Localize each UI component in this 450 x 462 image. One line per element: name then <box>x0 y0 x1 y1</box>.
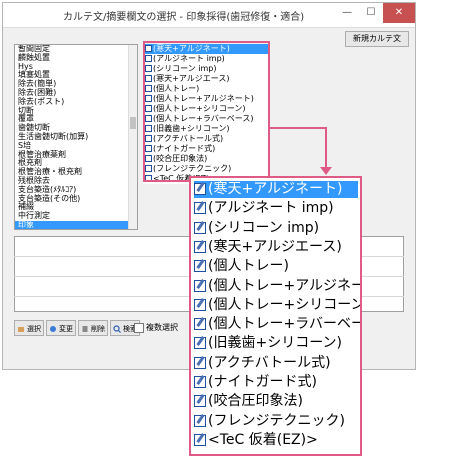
category-scrollbar[interactable] <box>128 45 137 229</box>
zoom-list-item: (ナイトガード式) <box>194 374 317 391</box>
callout-arrow-head <box>320 167 332 175</box>
edit-note-icon <box>194 337 206 350</box>
callout-arrow-line <box>325 127 327 167</box>
zoom-list-item-label: (ナイトガード式) <box>208 374 317 390</box>
zoom-list-item-label: (寒天+アルジエース) <box>208 238 342 255</box>
edit-note-icon <box>194 221 206 234</box>
zoom-list-item: (アルジネート imp) <box>194 200 334 217</box>
search-icon <box>113 325 121 333</box>
edit-note-icon <box>194 376 206 388</box>
zoom-list-item-label: (咬合圧印象法) <box>208 393 303 410</box>
zoom-list-item: (寒天+アルジネート) <box>194 181 358 198</box>
close-button[interactable]: ✕ <box>383 3 415 23</box>
window-title: カルテ文/摘要欄文の選択 - 印象採得(歯冠修復・適合) <box>63 12 305 23</box>
zoom-list-item: (旧義歯+シリコーン) <box>194 335 342 352</box>
zoom-list-item-label: (アクチバトール式) <box>208 354 331 371</box>
category-item[interactable]: 生活歯髄切断(加算) <box>15 132 137 142</box>
trash-icon <box>82 326 88 332</box>
change-label: 変更 <box>59 325 73 333</box>
zoom-list-item: (個人トレー+アルジネート) <box>194 277 360 295</box>
zoom-list-item-label: (寒天+アルジネート) <box>208 181 343 197</box>
edit-note-icon <box>194 433 206 446</box>
zoom-list-item-label: (旧義歯+シリコーン) <box>208 335 342 352</box>
edit-note-icon <box>194 395 206 408</box>
edit-note-icon <box>194 414 206 427</box>
category-list[interactable]: 暫間固定 麟蝕処置 Hys 填塞処置 除去(簡単) 除去(困難) 除去(ポスト) 切断 覆罩 歯髄… <box>14 44 138 230</box>
delete-button[interactable]: 削除 <box>78 320 108 336</box>
select-button[interactable]: 選択 <box>14 320 44 336</box>
change-button[interactable]: 変更 <box>46 320 76 336</box>
zoom-list-item: (フレンジテクニック) <box>194 413 345 430</box>
zoom-list-item-label: (アルジネート imp) <box>208 200 334 217</box>
minimize-button[interactable]: — <box>335 3 359 23</box>
category-item[interactable]: 印象 <box>15 220 137 229</box>
edit-note-icon <box>194 202 206 215</box>
edit-note-icon <box>194 298 206 311</box>
zoom-list-item: (個人トレー+シリコーン) <box>194 296 362 314</box>
zoom-list-item-label: (個人トレー+ラバーベース) <box>208 316 362 333</box>
edit-note-icon <box>194 260 206 273</box>
zoom-list-item-label: (個人トレー+シリコーン) <box>208 296 362 313</box>
maximize-button[interactable]: ☐ <box>359 3 383 23</box>
zoomed-item-list: (寒天+アルジネート) (アルジネート imp) (シリコーン imp) (寒天+アル… <box>189 176 362 456</box>
edit-note-icon <box>194 183 206 195</box>
zoom-list-item: <TeC 仮着(EZ)> <box>194 432 318 449</box>
multi-select-label: 複数選択 <box>146 323 178 332</box>
zoom-list-item: (咬合圧印象法) <box>194 393 303 410</box>
title-bar: カルテ文/摘要欄文の選択 - 印象採得(歯冠修復・適合) — ☐ ✕ <box>3 3 415 28</box>
zoom-list-item: (個人トレー) <box>194 258 289 275</box>
zoom-list-item-label: (フレンジテクニック) <box>208 412 345 429</box>
callout-arrow-line <box>269 127 326 129</box>
new-karte-button[interactable]: 新規カルテ文 <box>345 31 409 47</box>
zoom-list-item: (寒天+アルジエース) <box>194 239 342 256</box>
edit-note-icon <box>194 279 206 292</box>
hand-icon <box>18 327 24 332</box>
highlight-frame <box>143 41 270 182</box>
zoom-list-item-label: (シリコーン imp) <box>208 219 320 236</box>
change-icon <box>50 326 56 332</box>
edit-note-icon <box>194 240 206 253</box>
zoom-list-item-label: (個人トレー+アルジネート) <box>208 277 360 294</box>
delete-label: 削除 <box>91 325 105 333</box>
zoom-list-item: (シリコーン imp) <box>194 220 319 237</box>
zoom-list-item: (個人トレー+ラバーベース) <box>194 316 362 333</box>
category-item[interactable]: 麟蝕処置 <box>15 53 137 63</box>
zoom-list-item: (アクチバトール式) <box>194 355 331 372</box>
edit-note-icon <box>194 356 206 369</box>
select-label: 選択 <box>27 325 41 333</box>
edit-note-icon <box>194 318 206 331</box>
scroll-thumb[interactable] <box>130 117 136 129</box>
multi-select-checkbox[interactable] <box>134 323 144 333</box>
zoom-list-item-label: <TeC 仮着(EZ)> <box>208 431 318 448</box>
zoom-list-item-label: (個人トレー) <box>208 258 289 275</box>
